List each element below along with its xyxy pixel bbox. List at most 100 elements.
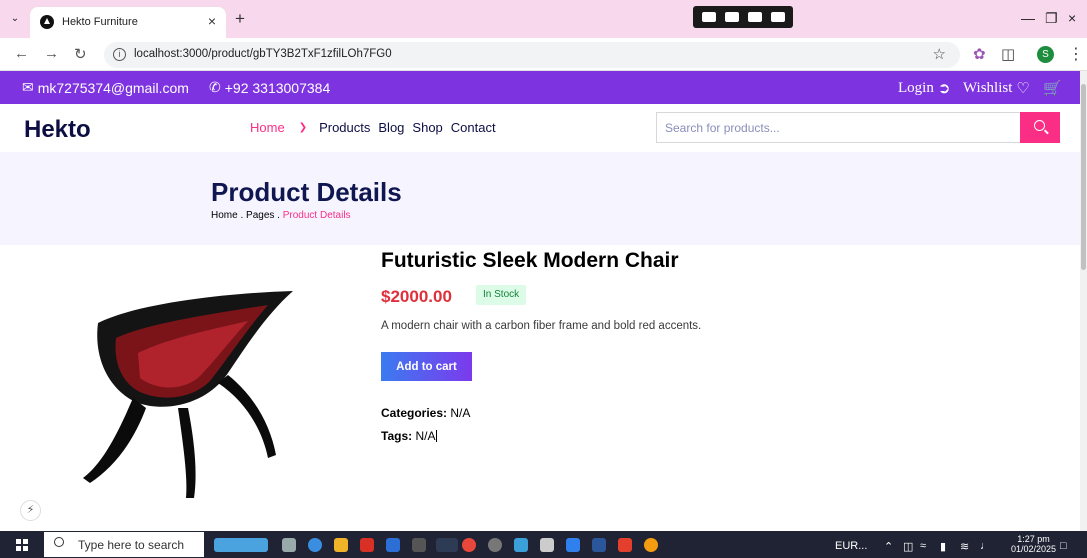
cart-icon[interactable]: 🛒 <box>1043 79 1062 98</box>
clock[interactable]: 1:27 pm 01/02/2025 <box>1011 534 1056 554</box>
copilot-icon[interactable] <box>308 538 322 552</box>
pdf-icon[interactable] <box>618 538 632 552</box>
logo[interactable]: Hekto <box>24 116 91 144</box>
window-icon[interactable] <box>747 12 762 22</box>
minimize-icon[interactable]: — <box>1021 10 1035 26</box>
search-input[interactable]: Search for products... <box>656 112 1020 143</box>
search-icon <box>54 537 64 547</box>
extension-icon[interactable]: ✿ <box>973 45 986 63</box>
page-title: Product Details <box>211 177 402 207</box>
browser-tab[interactable]: Hekto Furniture × <box>30 7 226 38</box>
tray-chevron-icon[interactable]: ⌃ <box>884 540 893 553</box>
clock-time: 1:27 pm <box>1017 534 1050 544</box>
camera-icon[interactable] <box>701 12 716 22</box>
categories-label: Categories: <box>381 406 448 420</box>
product-image <box>83 291 293 498</box>
browser-tab-bar: ⌄ Hekto Furniture × + — ❐ × <box>0 0 1087 38</box>
profile-avatar[interactable]: S <box>1037 46 1054 63</box>
nav-products[interactable]: Products <box>319 120 370 135</box>
categories-value[interactable]: N/A <box>450 406 470 420</box>
heart-icon: ♡ <box>1016 81 1030 97</box>
phone-text: +92 3313007384 <box>224 79 331 96</box>
new-tab-icon[interactable]: + <box>235 9 245 29</box>
weather-widget-icon[interactable] <box>214 538 268 552</box>
email-contact[interactable]: ✉ mk7275374@gmail.com <box>22 79 189 96</box>
store-icon[interactable] <box>386 538 400 552</box>
gmail-icon[interactable] <box>360 538 374 552</box>
task-view-icon[interactable] <box>282 538 296 552</box>
photos-icon[interactable] <box>514 538 528 552</box>
currency-icon[interactable] <box>644 538 658 552</box>
lightning-icon[interactable]: ⚡ <box>20 500 41 521</box>
phone-contact[interactable]: ✆ +92 3313007384 <box>209 79 330 96</box>
wishlist-link[interactable]: Wishlist ♡ <box>963 79 1030 98</box>
categories: Categories: N/A <box>381 406 470 420</box>
url-text: localhost:3000/product/gbTY3B2TxF1zfilLO… <box>134 48 392 60</box>
nav-home[interactable]: Home <box>250 120 285 135</box>
address-bar: ← → ↻ i localhost:3000/product/gbTY3B2Tx… <box>0 38 1087 71</box>
wifi-icon[interactable]: ≋ <box>960 540 969 553</box>
tab-search-icon[interactable]: ⌄ <box>8 12 22 26</box>
scrollbar-thumb[interactable] <box>1081 84 1086 270</box>
chevron-down-icon[interactable]: ❯ <box>299 122 307 133</box>
notification-icon[interactable]: □ <box>1060 540 1067 552</box>
back-icon[interactable]: ← <box>14 45 29 62</box>
nav-shop[interactable]: Shop <box>412 120 442 135</box>
login-text: Login <box>898 80 934 96</box>
login-icon: ➲ <box>937 81 951 97</box>
phone-icon: ✆ <box>209 79 221 95</box>
video-icon[interactable] <box>724 12 739 22</box>
stock-badge: In Stock <box>476 285 527 305</box>
vscode-icon[interactable] <box>566 538 580 552</box>
info-icon[interactable]: i <box>113 48 126 61</box>
nav-blog[interactable]: Blog <box>378 120 404 135</box>
url-input[interactable]: i localhost:3000/product/gbTY3B2TxF1zfil… <box>104 42 960 68</box>
restore-icon[interactable]: ❐ <box>1045 10 1058 27</box>
page-banner: Product Details Home . Pages . Product D… <box>0 152 1080 245</box>
taskbar-search-text: Type here to search <box>78 538 185 552</box>
chrome-icon[interactable] <box>462 538 476 552</box>
battery-icon[interactable]: ▮ <box>940 540 946 553</box>
breadcrumb-pages[interactable]: Pages <box>246 210 274 221</box>
add-to-cart-button[interactable]: Add to cart <box>381 352 472 381</box>
close-tab-icon[interactable]: × <box>208 13 216 29</box>
tags-label: Tags: <box>381 429 413 443</box>
main-nav: Home ❯ Products Blog Shop Contact <box>250 120 504 135</box>
clock-date: 01/02/2025 <box>1011 544 1057 554</box>
file-explorer-icon[interactable] <box>334 538 348 552</box>
forward-icon[interactable]: → <box>44 45 59 62</box>
text-cursor <box>436 430 438 442</box>
bookmark-star-icon[interactable]: ☆ <box>933 45 946 63</box>
terminal-icon[interactable] <box>540 538 554 552</box>
breadcrumb: Home . Pages . Product Details <box>211 210 351 221</box>
search-button[interactable] <box>1020 112 1060 143</box>
wishlist-text: Wishlist <box>963 80 1013 96</box>
recording-toolbar[interactable] <box>693 6 793 28</box>
tags-value[interactable]: N/A <box>415 429 435 443</box>
settings-icon[interactable] <box>770 12 785 22</box>
breadcrumb-current: Product Details <box>282 210 351 221</box>
login-link[interactable]: Login ➲ <box>898 79 950 98</box>
chatgpt-icon[interactable] <box>412 538 426 552</box>
reload-icon[interactable]: ↻ <box>74 45 87 63</box>
close-window-icon[interactable]: × <box>1068 10 1076 26</box>
app-icon[interactable] <box>488 538 502 552</box>
taskbar: Type here to search EUR... ⌃ ◫ ≈ ▮ ≋ ♩ 1… <box>0 531 1087 558</box>
top-info-bar: ✉ mk7275374@gmail.com ✆ +92 3313007384 L… <box>0 71 1080 104</box>
tray-app-icon[interactable]: ◫ <box>903 540 913 553</box>
windows-start-icon[interactable] <box>16 539 28 551</box>
word-icon[interactable] <box>592 538 606 552</box>
breadcrumb-home[interactable]: Home <box>211 210 238 221</box>
chrome-active-icon[interactable] <box>436 538 458 552</box>
product-description: A modern chair with a carbon fiber frame… <box>381 320 702 332</box>
product-price: $2000.00 <box>381 287 452 306</box>
tags: Tags: N/A <box>381 429 438 443</box>
menu-kebab-icon[interactable]: ⋮ <box>1068 44 1084 64</box>
bluetooth-icon[interactable]: ≈ <box>920 540 926 552</box>
mail-icon: ✉ <box>22 79 34 95</box>
currency-tray-text[interactable]: EUR... <box>835 540 867 552</box>
taskbar-search[interactable]: Type here to search <box>44 532 204 557</box>
volume-icon[interactable]: ♩ <box>980 540 991 552</box>
nav-contact[interactable]: Contact <box>451 120 496 135</box>
extensions-puzzle-icon[interactable]: ◫ <box>1001 45 1015 63</box>
